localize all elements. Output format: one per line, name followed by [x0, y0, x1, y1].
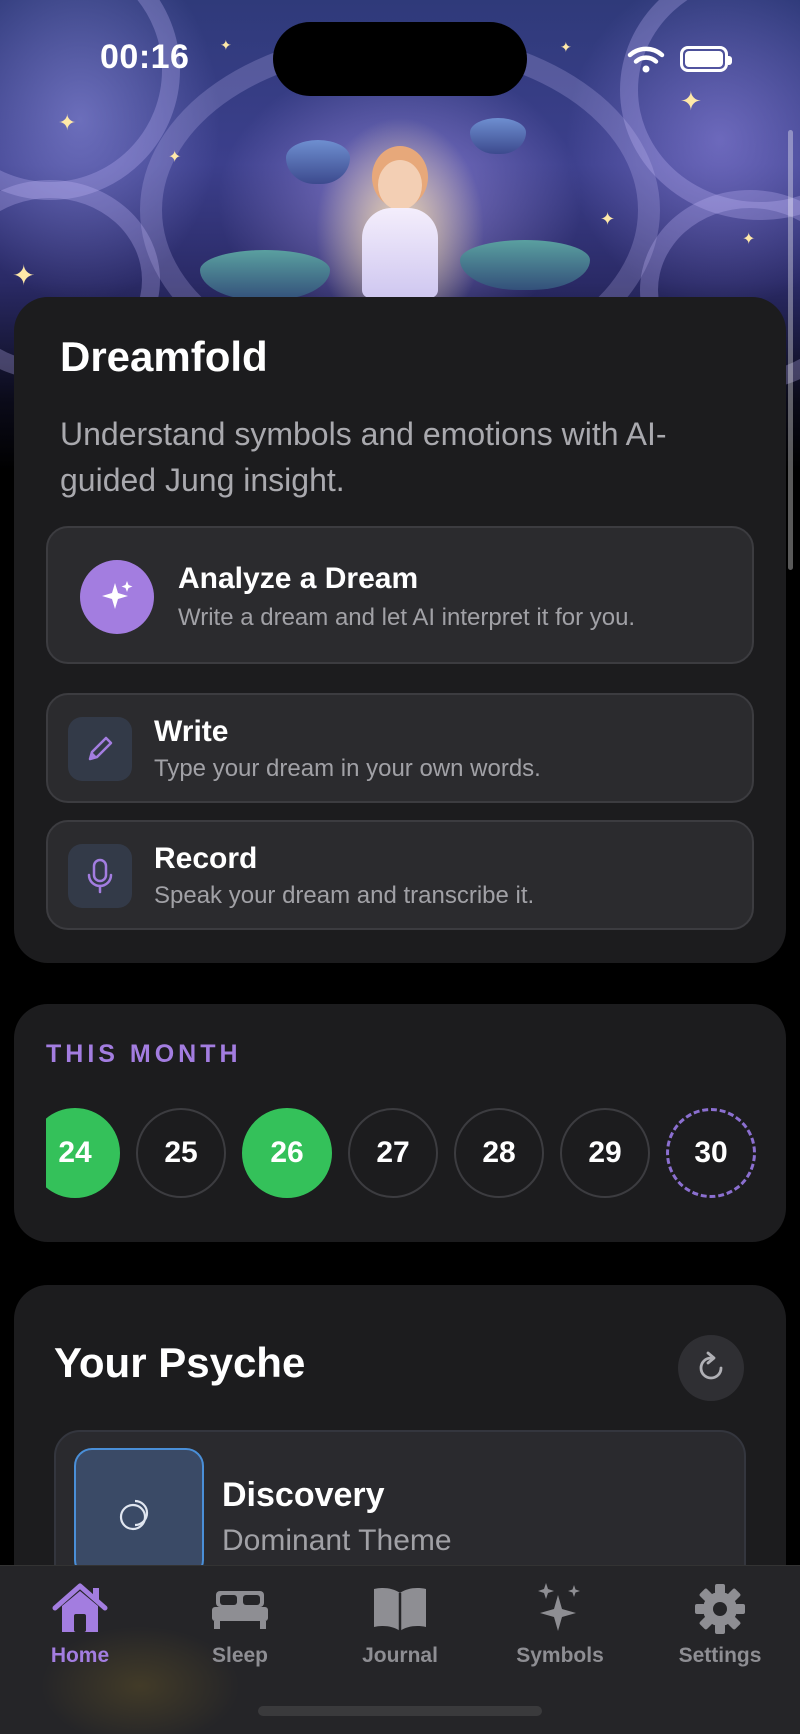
record-description: Speak your dream and transcribe it. — [154, 882, 535, 909]
sparkles-icon — [80, 560, 154, 634]
status-time: 00:16 — [100, 38, 190, 76]
tab-symbols[interactable]: Symbols — [490, 1580, 630, 1690]
discovery-icon — [74, 1448, 204, 1578]
record-title: Record — [154, 842, 258, 875]
tab-sleep-label: Sleep — [211, 1644, 269, 1667]
book-icon — [370, 1580, 430, 1638]
bed-icon — [210, 1580, 270, 1638]
microphone-icon — [68, 844, 132, 908]
day-strip[interactable]: 24 25 26 27 28 29 30 — [46, 1108, 771, 1200]
day-chip[interactable]: 25 — [136, 1108, 226, 1198]
tab-symbols-label: Symbols — [516, 1644, 604, 1667]
tab-home[interactable]: Home — [10, 1580, 150, 1690]
gear-icon — [690, 1580, 750, 1638]
record-button[interactable]: Record Speak your dream and transcribe i… — [46, 820, 754, 930]
tab-settings[interactable]: Settings — [650, 1580, 790, 1690]
intro-card: Dreamfold Understand symbols and emotion… — [14, 297, 786, 963]
refresh-button[interactable] — [678, 1335, 744, 1401]
write-title: Write — [154, 715, 229, 748]
analyze-dream-button[interactable]: Analyze a Dream Write a dream and let AI… — [46, 526, 754, 664]
day-chip[interactable]: 28 — [454, 1108, 544, 1198]
wifi-icon — [627, 46, 665, 73]
tab-journal[interactable]: Journal — [330, 1580, 470, 1690]
home-indicator[interactable] — [258, 1706, 542, 1716]
app-subtitle: Understand symbols and emotions with AI-… — [60, 416, 667, 498]
dynamic-island — [273, 22, 527, 96]
pencil-icon — [68, 717, 132, 781]
theme-title: Discovery — [222, 1476, 385, 1514]
day-chip[interactable]: 30 — [666, 1108, 756, 1198]
this-month-label: THIS MONTH — [46, 1040, 242, 1068]
day-chip[interactable]: 24 — [46, 1108, 120, 1198]
tab-sleep[interactable]: Sleep — [170, 1580, 310, 1690]
day-chip[interactable]: 27 — [348, 1108, 438, 1198]
app-title: Dreamfold — [60, 333, 268, 380]
psyche-title: Your Psyche — [54, 1339, 306, 1386]
analyze-dream-description: Write a dream and let AI interpret it fo… — [178, 604, 636, 631]
house-icon — [50, 1580, 110, 1638]
scroll-indicator[interactable] — [788, 130, 793, 570]
refresh-icon — [699, 1351, 723, 1380]
theme-subtitle: Dominant Theme — [222, 1524, 452, 1557]
this-month-card: THIS MONTH 24 25 26 27 28 29 30 — [14, 1004, 786, 1242]
tab-home-label: Home — [50, 1644, 110, 1667]
tab-settings-label: Settings — [678, 1644, 762, 1667]
day-chip[interactable]: 26 — [242, 1108, 332, 1198]
battery-icon — [680, 46, 732, 72]
sparkles-icon — [530, 1580, 590, 1638]
tab-journal-label: Journal — [362, 1644, 438, 1667]
write-button[interactable]: Write Type your dream in your own words. — [46, 693, 754, 803]
analyze-dream-title: Analyze a Dream — [178, 562, 419, 595]
write-description: Type your dream in your own words. — [154, 755, 541, 782]
day-chip[interactable]: 29 — [560, 1108, 650, 1198]
